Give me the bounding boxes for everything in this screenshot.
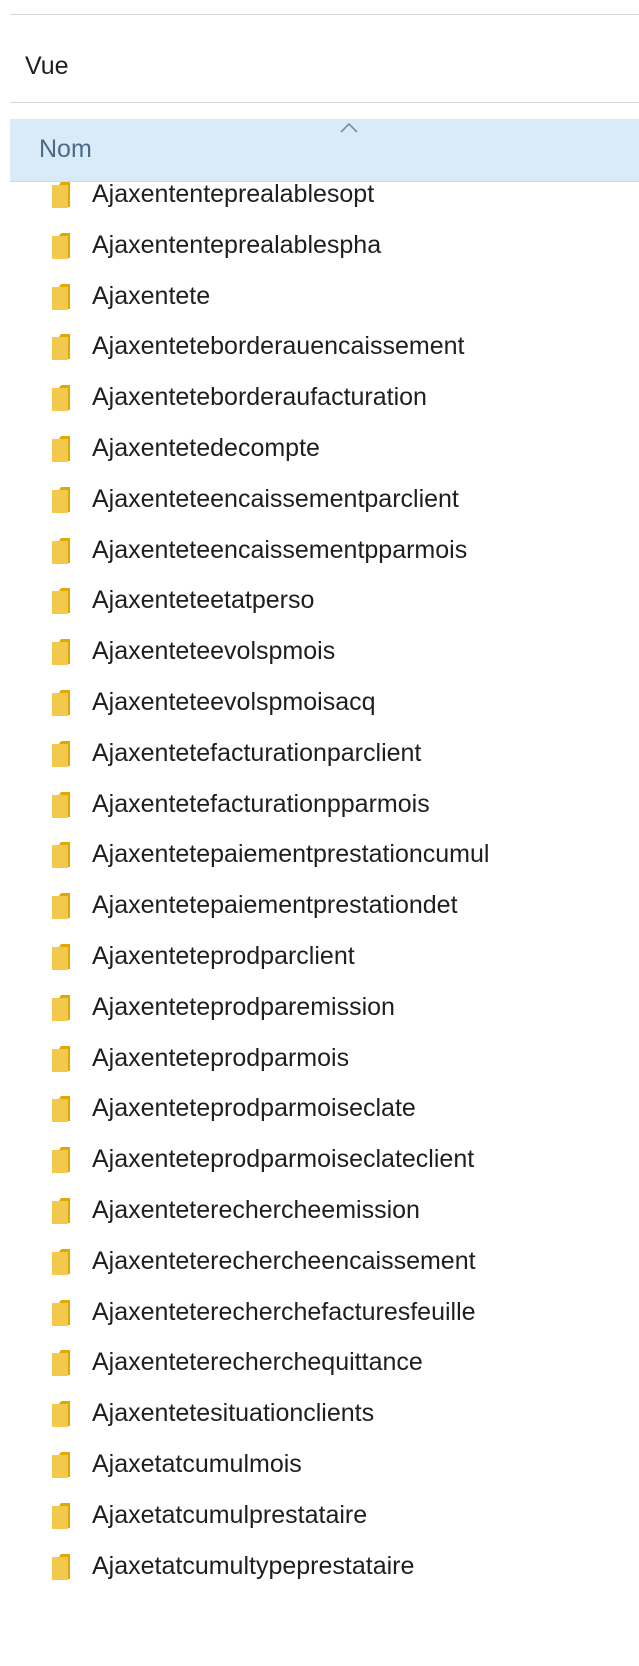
folder-icon xyxy=(52,385,70,412)
list-item[interactable]: Ajaxenteteprodparmoiseclate xyxy=(0,1082,639,1136)
list-item-label: Ajaxenteteborderauencaissement xyxy=(92,332,465,361)
folder-icon xyxy=(52,639,70,666)
list-item-label: Ajaxenteteencaissementparclient xyxy=(92,484,459,513)
list-item-label: Ajaxetatcumulmois xyxy=(92,1450,302,1478)
list-item[interactable]: Ajaxentetefacturationparclient xyxy=(0,727,639,781)
list-item-label: Ajaxentetedecompte xyxy=(92,434,320,462)
folder-icon xyxy=(52,1045,70,1072)
list-item[interactable]: Ajaxenteterechercheemission xyxy=(0,1184,639,1238)
list-item[interactable]: Ajaxenteteencaissementpparmois xyxy=(0,524,639,578)
folder-icon xyxy=(52,740,70,767)
folder-icon xyxy=(52,1096,70,1123)
list-item[interactable]: Ajaxenteterecherchequittance xyxy=(0,1336,639,1390)
file-list: Ajaxententeprealablesopt Ajaxententepreal… xyxy=(0,0,639,1666)
folder-icon xyxy=(52,1350,70,1377)
column-header-name[interactable]: Nom xyxy=(10,119,639,182)
folder-icon xyxy=(52,588,70,615)
list-item[interactable]: Ajaxenteteprodparmoiseclateclient xyxy=(0,1133,639,1187)
list-item[interactable]: Ajaxentetefacturationpparmois xyxy=(0,778,639,832)
list-item-label: Ajaxenteterechercheemission xyxy=(92,1196,420,1224)
list-item-label: Ajaxentete xyxy=(92,281,211,310)
list-item-label: Ajaxenteteprodparmoiseclate xyxy=(92,1094,416,1123)
folder-icon xyxy=(52,436,70,462)
list-item-label: Ajaxententeprealablespha xyxy=(92,230,382,259)
list-item-label: Ajaxetatcumulprestataire xyxy=(92,1500,368,1529)
list-item[interactable]: Ajaxenteteetatperso xyxy=(0,574,639,628)
list-item-label: Ajaxenteteprodparmoiseclateclient xyxy=(92,1145,475,1174)
list-item[interactable]: Ajaxenteteencaissementparclient xyxy=(0,473,639,527)
list-item[interactable]: Ajaxenteteprodparemission xyxy=(0,981,639,1035)
folder-icon xyxy=(52,690,70,716)
list-item[interactable]: Ajaxentetedecompte xyxy=(0,422,639,476)
list-item[interactable]: Ajaxetatcumultypeprestataire xyxy=(0,1540,639,1594)
list-item[interactable]: Ajaxenteteevolspmoisacq xyxy=(0,676,639,730)
list-item-label: Ajaxentetesituationclients xyxy=(92,1399,375,1428)
list-item[interactable]: Ajaxentetepaiementprestationdet xyxy=(0,879,639,933)
folder-icon xyxy=(52,1248,70,1275)
list-item[interactable]: Ajaxenteterechercheencaissement xyxy=(0,1235,639,1289)
list-item-label: Ajaxenteteprodparclient xyxy=(92,942,355,970)
list-item[interactable]: Ajaxentetesituationclients xyxy=(0,1387,639,1441)
folder-icon xyxy=(52,1502,70,1529)
folder-icon xyxy=(52,1299,70,1326)
list-item[interactable]: Ajaxenteteevolspmois xyxy=(0,625,639,679)
folder-icon xyxy=(52,893,70,920)
list-item-label: Ajaxentetepaiementprestationdet xyxy=(92,891,458,920)
list-item-label: Ajaxenteterecherchequittance xyxy=(92,1348,423,1377)
list-item[interactable]: Ajaxentete xyxy=(0,270,639,324)
list-item[interactable]: Ajaxenteterecherchefacturesfeuille xyxy=(0,1286,639,1340)
column-header-label: Nom xyxy=(39,135,92,163)
list-item-label: Ajaxenteteencaissementpparmois xyxy=(92,535,468,564)
list-item[interactable]: Ajaxenteteprodparmois xyxy=(0,1032,639,1086)
folder-icon xyxy=(52,182,70,208)
list-item-label: Ajaxentetefacturationparclient xyxy=(92,738,422,767)
list-item[interactable]: Ajaxenteteborderauencaissement xyxy=(0,320,639,374)
list-item-label: Ajaxenteteevolspmoisacq xyxy=(92,688,376,716)
list-item[interactable]: Ajaxenteteborderaufacturation xyxy=(0,371,639,425)
list-item[interactable]: Ajaxetatcumulmois xyxy=(0,1438,639,1492)
list-item-label: Ajaxenteteprodparmois xyxy=(92,1043,350,1072)
list-item[interactable]: Ajaxententeprealablespha xyxy=(0,219,639,273)
list-item[interactable]: Ajaxentetepaiementprestationcumul xyxy=(0,828,639,882)
list-item-label: Ajaxentetepaiementprestationcumul xyxy=(92,840,490,869)
folder-icon xyxy=(52,1198,70,1224)
folder-icon xyxy=(52,1401,70,1428)
list-item[interactable]: Ajaxetatcumulprestataire xyxy=(0,1489,639,1543)
folder-icon xyxy=(52,1452,70,1478)
sort-ascending-icon[interactable] xyxy=(338,119,360,137)
list-item[interactable]: Ajaxenteteprodparclient xyxy=(0,930,639,984)
list-item-label: Ajaxenteteevolspmois xyxy=(92,637,336,666)
folder-icon xyxy=(52,944,70,970)
list-item-label: Ajaxenteteborderaufacturation xyxy=(92,383,427,412)
folder-icon xyxy=(52,1553,70,1580)
folder-icon xyxy=(52,791,70,818)
folder-icon xyxy=(52,994,70,1021)
list-item-label: Ajaxenteteetatperso xyxy=(92,586,315,615)
folder-icon xyxy=(52,537,70,564)
list-item-label: Ajaxenteterecherchefacturesfeuille xyxy=(92,1297,476,1326)
list-item-label: Ajaxententeprealablesopt xyxy=(92,180,375,208)
list-item-label: Ajaxenteterechercheencaissement xyxy=(92,1246,476,1275)
list-item-label: Ajaxentetefacturationpparmois xyxy=(92,789,430,818)
folder-icon xyxy=(52,842,70,869)
folder-icon xyxy=(52,1147,70,1174)
folder-icon xyxy=(52,232,70,259)
folder-icon xyxy=(52,283,70,310)
list-item-label: Ajaxetatcumultypeprestataire xyxy=(92,1551,415,1580)
folder-icon xyxy=(52,486,70,513)
folder-icon xyxy=(52,334,70,361)
list-item-label: Ajaxenteteprodparemission xyxy=(92,992,395,1021)
